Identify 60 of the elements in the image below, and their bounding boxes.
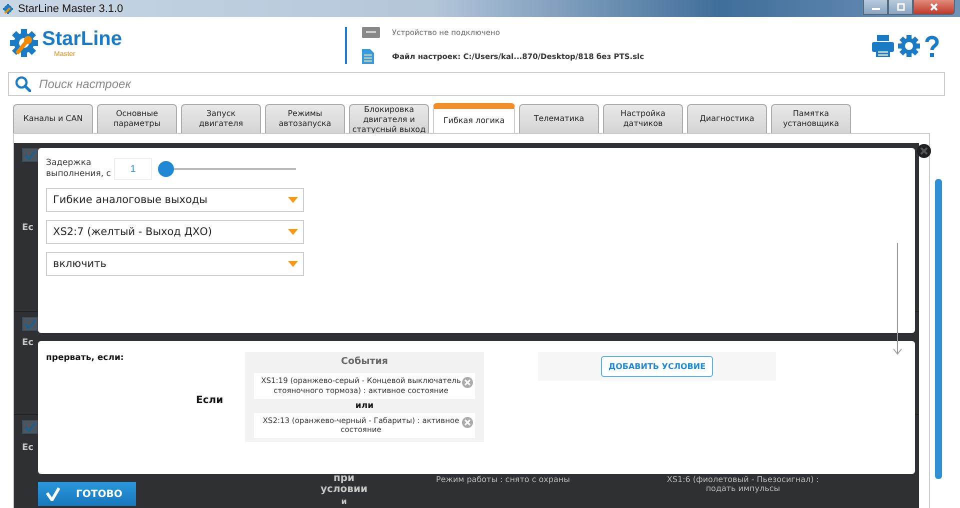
dropdown[interactable]: XS2:7 (желтый - Выход ДХО)	[46, 220, 304, 244]
abort-label: прервать, если:	[46, 353, 124, 363]
tab[interactable]: Запуск двигателя	[181, 104, 261, 133]
tab[interactable]: Телематика	[519, 104, 599, 133]
action-text: XS1:6 (фиолетовый - Пьезосигнал) : подать импульсы	[666, 475, 820, 493]
checkmark-icon	[46, 487, 60, 501]
checkbox[interactable]	[22, 317, 38, 331]
tab[interactable]: Режимы автозапуска	[265, 104, 345, 133]
help-icon	[924, 35, 940, 57]
dropdown[interactable]: Гибкие аналоговые выходы	[46, 188, 304, 212]
checkmark-icon	[24, 150, 36, 160]
done-button[interactable]: ГОТОВО	[38, 482, 136, 506]
row-label: Ес	[22, 223, 34, 233]
remove-button[interactable]	[462, 377, 473, 388]
condition-text: Режим работы : снято с охраны	[436, 475, 570, 484]
printer-icon	[872, 35, 894, 57]
tab[interactable]: Каналы и CAN	[13, 104, 93, 133]
delay-input[interactable]: 1	[114, 158, 152, 180]
minimize-button[interactable]	[863, 0, 888, 15]
help-button[interactable]	[924, 35, 940, 57]
checkmark-icon	[24, 422, 36, 432]
tab[interactable]: Настройка датчиков	[603, 104, 683, 133]
scrollbar-thumb[interactable]	[935, 179, 942, 479]
settings-icon	[898, 35, 920, 57]
tab[interactable]: Блокировка двигателя и статусный выход	[349, 104, 429, 133]
delay-label: Задержка выполнения, с	[46, 158, 112, 180]
app-icon	[2, 2, 14, 14]
settings-button[interactable]	[898, 35, 920, 57]
add-condition-button[interactable]: ДОБАВИТЬ УСЛОВИЕ	[601, 356, 713, 377]
row-label: Ес	[22, 443, 34, 453]
tab[interactable]: Диагностика	[687, 104, 767, 133]
device-icon	[362, 26, 380, 38]
checkmark-icon	[24, 319, 36, 329]
caret-icon	[288, 197, 298, 203]
dropdown[interactable]: включить	[46, 252, 304, 276]
caret-icon	[288, 229, 298, 235]
gear-wrench-icon	[9, 28, 39, 58]
print-button[interactable]	[872, 35, 894, 57]
checkbox[interactable]	[22, 420, 38, 434]
window-title: StarLine Master 3.1.0	[18, 2, 124, 14]
close-icon	[929, 3, 939, 11]
tab[interactable]: Памятка установщика	[771, 104, 851, 133]
close-button[interactable]	[917, 144, 931, 158]
caret-icon	[288, 261, 298, 267]
maximize-button[interactable]	[888, 0, 913, 15]
events-title: События	[341, 356, 388, 367]
restore-icon	[896, 3, 906, 11]
document-icon	[362, 48, 374, 64]
search-field[interactable]: Поиск настроек	[8, 72, 945, 96]
row-label: Ес	[22, 338, 34, 348]
remove-button[interactable]	[462, 416, 473, 428]
or-label: или	[355, 400, 374, 410]
tab[interactable]: Гибкая логика	[433, 103, 515, 133]
condition-label: при условии	[320, 473, 368, 495]
tab[interactable]: Основные параметры	[97, 104, 177, 133]
close-icon	[919, 146, 929, 156]
and-label: и	[341, 497, 347, 506]
logo-text: StarLine	[42, 28, 122, 51]
if-label: Если	[196, 394, 224, 406]
checkbox[interactable]	[22, 148, 38, 162]
